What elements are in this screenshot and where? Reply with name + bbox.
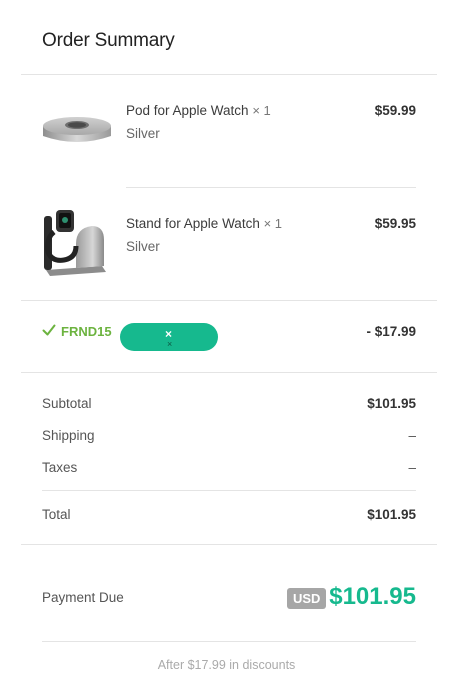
page-title: Order Summary — [42, 30, 175, 51]
item-price: $59.95 — [374, 216, 416, 231]
subtotal-value: $101.95 — [367, 396, 416, 411]
discount-amount: - $17.99 — [366, 324, 416, 339]
divider — [21, 300, 437, 301]
item-name: Pod for Apple Watch × 1 — [126, 103, 271, 118]
close-icon-small: × — [167, 339, 173, 349]
payment-due-label: Payment Due — [42, 590, 124, 605]
check-icon — [42, 324, 56, 336]
divider — [42, 641, 416, 642]
shipping-label: Shipping — [42, 428, 95, 443]
item-title: Stand for Apple Watch — [126, 216, 260, 231]
divider — [21, 372, 437, 373]
discount-note: After $17.99 in discounts — [157, 658, 296, 672]
pod-image — [43, 117, 111, 142]
stand-image — [44, 210, 106, 276]
item-qty: × 1 — [252, 103, 271, 118]
total-value: $101.95 — [367, 507, 416, 522]
item-name: Stand for Apple Watch × 1 — [126, 216, 282, 231]
item-qty: × 1 — [263, 216, 283, 231]
remove-discount-button[interactable]: × × — [120, 323, 218, 351]
divider — [42, 490, 416, 491]
total-label: Total — [42, 507, 71, 522]
item-price: $59.99 — [374, 103, 416, 118]
discount-code: FRND15 — [61, 324, 112, 339]
currency-badge: USD — [287, 588, 327, 609]
divider — [21, 74, 437, 75]
taxes-value: – — [408, 460, 416, 475]
item-variant: Silver — [126, 239, 160, 254]
item-title: Pod for Apple Watch — [126, 103, 249, 118]
item-variant: Silver — [126, 126, 160, 141]
divider — [126, 187, 416, 188]
subtotal-label: Subtotal — [42, 396, 92, 411]
payment-due-amount: $101.95 — [329, 583, 416, 610]
discount-row: FRND15 × × - $17.99 — [42, 321, 416, 353]
taxes-label: Taxes — [42, 460, 78, 475]
divider — [21, 544, 437, 545]
shipping-value: – — [408, 428, 416, 443]
